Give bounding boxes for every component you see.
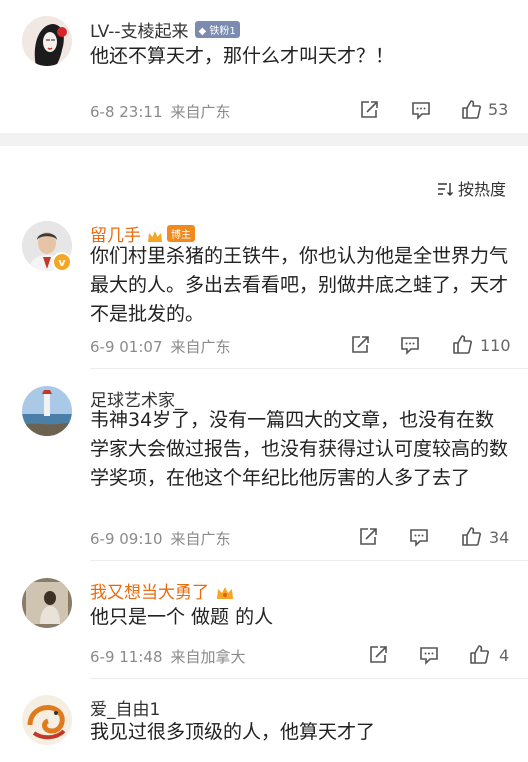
- comment-list-card: 按热度 v 留几手 博主 你们村里杀猪的王铁牛，你也认为他是全世界力气最大的人。多…: [0, 146, 528, 762]
- comment-location: 来自加拿大: [170, 648, 246, 666]
- like-icon[interactable]: [460, 98, 482, 120]
- comment-time: 6-9 01:07: [90, 338, 163, 356]
- like-count: 34: [489, 528, 510, 547]
- like-count: 53: [488, 100, 509, 119]
- sort-label: 按热度: [457, 180, 506, 199]
- comment-username[interactable]: 爱_自由1: [90, 695, 160, 720]
- fan-badge-label: 铁粉1: [209, 26, 236, 37]
- divider: [90, 560, 528, 561]
- avatar[interactable]: [22, 16, 72, 66]
- reply-icon[interactable]: [408, 526, 430, 548]
- comment-username[interactable]: LV--支棱起来 ◆ 铁粉1: [90, 17, 240, 42]
- username-text[interactable]: LV--支棱起来: [90, 22, 189, 42]
- like-icon[interactable]: [451, 333, 473, 355]
- fan-badge: ◆ 铁粉1: [194, 21, 240, 38]
- comment-location: 来自广东: [170, 103, 231, 121]
- comment-text: 韦神34岁了，没有一篇四大的文章，也没有在数学家大会做过报告，也没有获得过认可度…: [90, 409, 509, 489]
- reply-icon[interactable]: [399, 334, 421, 356]
- avatar[interactable]: [22, 695, 72, 745]
- divider: [90, 368, 528, 369]
- crown-icon: [217, 587, 233, 599]
- share-icon[interactable]: [358, 99, 380, 121]
- share-icon[interactable]: [357, 526, 379, 548]
- like-count: 110: [480, 336, 511, 355]
- comment-time: 6-9 09:10: [90, 530, 163, 548]
- like-icon[interactable]: [460, 525, 482, 547]
- comment-meta: 6-8 23:11 来自广东: [90, 101, 231, 122]
- avatar[interactable]: [22, 578, 72, 628]
- comment-text: 他只是一个 做题 的人: [90, 606, 274, 628]
- share-icon[interactable]: [349, 334, 371, 356]
- comment-meta: 6-9 01:07 来自广东: [90, 336, 231, 357]
- comment-meta: 6-9 11:48 来自加拿大: [90, 646, 246, 667]
- comment-time: 6-9 11:48: [90, 648, 163, 666]
- comment-location: 来自广东: [170, 338, 231, 356]
- verified-badge-icon: v: [52, 252, 72, 272]
- author-badge: 博主: [167, 225, 195, 242]
- reply-icon[interactable]: [418, 644, 440, 666]
- divider: [90, 678, 528, 679]
- comment-meta: 6-9 09:10 来自广东: [90, 528, 231, 549]
- comment-location: 来自广东: [170, 530, 231, 548]
- share-icon[interactable]: [367, 644, 389, 666]
- comment-text: 他还不算天才，那什么才叫天才？！: [90, 45, 395, 67]
- comment-card-top: LV--支棱起来 ◆ 铁粉1 他还不算天才，那什么才叫天才？！ 6-8 23:11…: [0, 0, 528, 133]
- comment-text: 你们村里杀猪的王铁牛，你也认为他是全世界力气最大的人。多出去看看吧，别做井底之蛙…: [90, 245, 509, 325]
- comment-time: 6-8 23:11: [90, 103, 163, 121]
- reply-icon[interactable]: [410, 99, 432, 121]
- username-text[interactable]: 我又想当大勇了: [90, 583, 209, 603]
- comment-text: 我见过很多顶级的人，他算天才了: [90, 721, 376, 743]
- like-count: 4: [499, 646, 510, 665]
- sort-icon: [437, 183, 453, 196]
- sort-by-hot-button[interactable]: 按热度: [437, 176, 506, 200]
- comment-username[interactable]: 我又想当大勇了: [90, 578, 235, 603]
- like-icon[interactable]: [468, 643, 490, 665]
- avatar[interactable]: [22, 386, 72, 436]
